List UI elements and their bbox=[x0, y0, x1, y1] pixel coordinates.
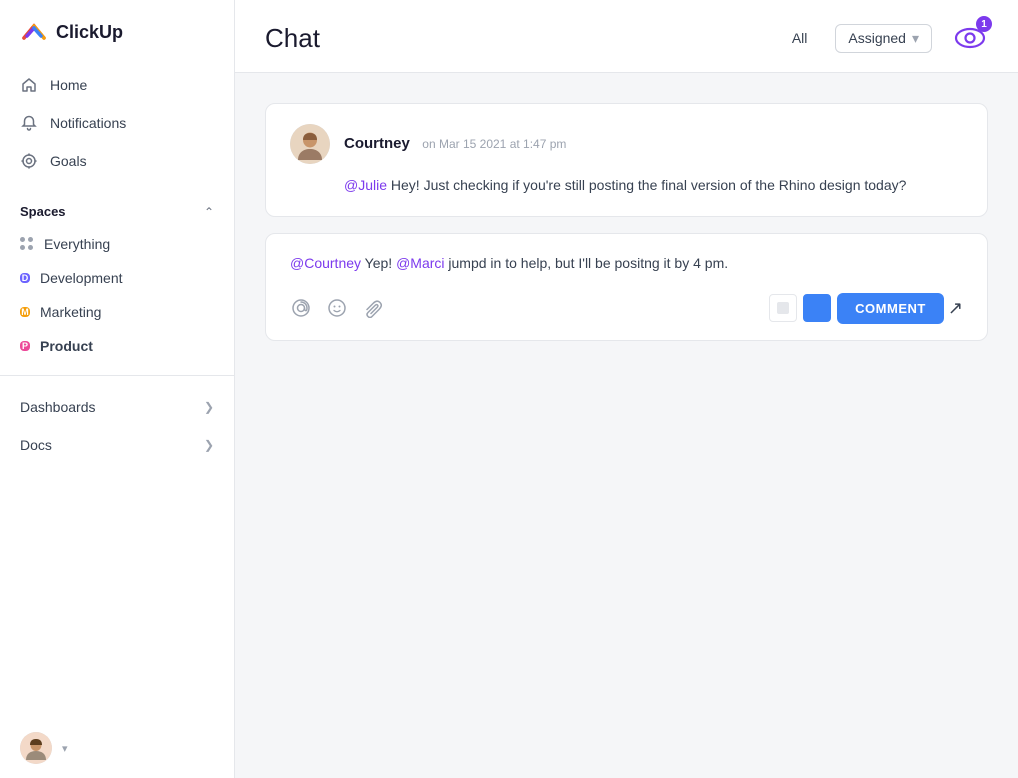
filter-all-button[interactable]: All bbox=[784, 26, 816, 50]
spaces-title: Spaces bbox=[20, 204, 66, 219]
sidebar-item-product[interactable]: P Product bbox=[0, 329, 234, 363]
main-nav: Home Notifications Goals bbox=[0, 62, 234, 184]
message-author: Courtney bbox=[344, 135, 410, 152]
watch-count-badge: 1 bbox=[976, 16, 992, 32]
dashboards-label: Dashboards bbox=[20, 399, 96, 415]
marketing-icon: M bbox=[20, 307, 30, 317]
cursor-pointer-icon: ↗ bbox=[948, 298, 963, 319]
sidebar-item-everything[interactable]: Everything bbox=[0, 227, 234, 261]
assigned-chevron-icon: ▾ bbox=[912, 30, 919, 47]
reply-text-1: Yep! bbox=[361, 255, 396, 271]
message-block: Courtney on Mar 15 2021 at 1:47 pm @Juli… bbox=[265, 103, 988, 217]
reply-footer: COMMENT ↗ bbox=[290, 293, 963, 324]
reply-text: @Courtney Yep! @Marci jumpd in to help, … bbox=[290, 252, 963, 274]
author-avatar bbox=[290, 124, 330, 164]
user-footer[interactable]: ▾ bbox=[0, 718, 234, 778]
message-header: Courtney on Mar 15 2021 at 1:47 pm bbox=[290, 124, 963, 164]
reply-mention-2[interactable]: @Marci bbox=[396, 255, 444, 271]
goals-label: Goals bbox=[50, 153, 87, 169]
sidebar: ClickUp Home Notifications Goals Spaces … bbox=[0, 0, 235, 778]
user-chevron-icon: ▾ bbox=[62, 742, 68, 755]
mention-icon[interactable] bbox=[290, 297, 312, 319]
message-mention[interactable]: @Julie bbox=[344, 177, 387, 193]
goals-icon bbox=[20, 152, 38, 170]
clickup-logo-icon bbox=[20, 18, 48, 46]
bottom-nav: Dashboards ❯ Docs ❯ bbox=[0, 384, 234, 468]
development-label: Development bbox=[40, 270, 123, 286]
format-button-1[interactable] bbox=[769, 294, 797, 322]
divider bbox=[0, 375, 234, 376]
bell-icon bbox=[20, 114, 38, 132]
user-avatar bbox=[20, 732, 52, 764]
format-button-2[interactable] bbox=[803, 294, 831, 322]
message-text: Hey! Just checking if you're still posti… bbox=[387, 177, 906, 193]
attachment-icon[interactable] bbox=[362, 297, 384, 319]
comment-button[interactable]: COMMENT bbox=[837, 293, 944, 324]
marketing-label: Marketing bbox=[40, 304, 101, 320]
message-meta: Courtney on Mar 15 2021 at 1:47 pm bbox=[344, 135, 566, 153]
reply-mention-1[interactable]: @Courtney bbox=[290, 255, 361, 271]
home-label: Home bbox=[50, 77, 87, 93]
chat-area: Courtney on Mar 15 2021 at 1:47 pm @Juli… bbox=[235, 73, 1018, 778]
sidebar-item-docs[interactable]: Docs ❯ bbox=[0, 426, 234, 464]
filter-assigned-button[interactable]: Assigned ▾ bbox=[835, 24, 932, 53]
page-title: Chat bbox=[265, 23, 764, 54]
docs-chevron-icon: ❯ bbox=[204, 438, 214, 452]
home-icon bbox=[20, 76, 38, 94]
emoji-icon[interactable] bbox=[326, 297, 348, 319]
docs-label: Docs bbox=[20, 437, 52, 453]
chat-header: Chat All Assigned ▾ 1 bbox=[235, 0, 1018, 73]
sidebar-item-home[interactable]: Home bbox=[0, 66, 234, 104]
product-icon: P bbox=[20, 341, 30, 351]
chevron-down-icon: ⌃ bbox=[204, 205, 214, 219]
sidebar-item-development[interactable]: D Development bbox=[0, 261, 234, 295]
watch-button[interactable]: 1 bbox=[952, 20, 988, 56]
everything-label: Everything bbox=[44, 236, 110, 252]
notifications-label: Notifications bbox=[50, 115, 126, 131]
message-body: @Julie Hey! Just checking if you're stil… bbox=[290, 174, 963, 196]
message-time: on Mar 15 2021 at 1:47 pm bbox=[422, 137, 566, 151]
development-icon: D bbox=[20, 273, 30, 283]
sidebar-item-notifications[interactable]: Notifications bbox=[0, 104, 234, 142]
dashboards-chevron-icon: ❯ bbox=[204, 400, 214, 414]
app-name: ClickUp bbox=[56, 22, 123, 43]
everything-icon bbox=[20, 237, 34, 251]
logo[interactable]: ClickUp bbox=[0, 0, 234, 62]
reply-icon-group bbox=[290, 297, 384, 319]
main-content: Chat All Assigned ▾ 1 bbox=[235, 0, 1018, 778]
reply-action-group: COMMENT ↗ bbox=[769, 293, 963, 324]
sidebar-item-goals[interactable]: Goals bbox=[0, 142, 234, 180]
reply-text-2: jumpd in to help, but I'll be positng it… bbox=[445, 255, 729, 271]
reply-box: @Courtney Yep! @Marci jumpd in to help, … bbox=[265, 233, 988, 340]
assigned-label: Assigned bbox=[848, 30, 906, 46]
sidebar-item-marketing[interactable]: M Marketing bbox=[0, 295, 234, 329]
sidebar-item-dashboards[interactable]: Dashboards ❯ bbox=[0, 388, 234, 426]
spaces-section: Spaces ⌃ Everything D Development M Mark… bbox=[0, 184, 234, 367]
spaces-header[interactable]: Spaces ⌃ bbox=[0, 196, 234, 227]
product-label: Product bbox=[40, 338, 93, 354]
